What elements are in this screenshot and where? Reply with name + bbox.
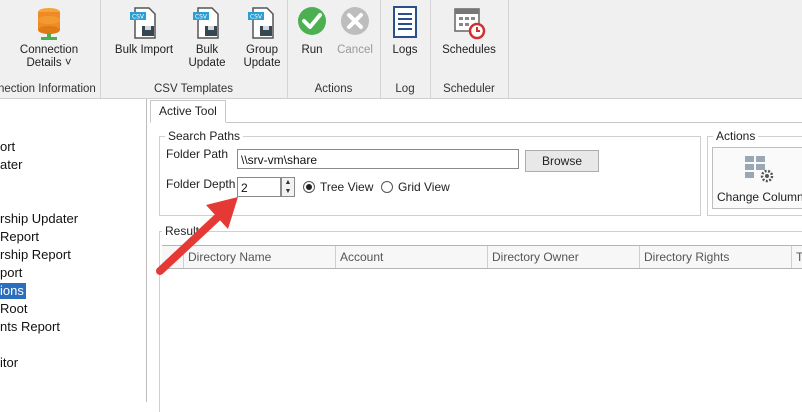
- database-icon: [38, 8, 60, 40]
- group-label-connection: nection Information: [0, 83, 96, 95]
- spin-up-icon[interactable]: ▲: [282, 178, 294, 187]
- tree-view-label[interactable]: Tree View: [320, 180, 373, 194]
- schedules-label: Schedules: [442, 44, 496, 56]
- search-paths-legend: Search Paths: [165, 129, 244, 143]
- folder-path-label: Folder Path: [166, 147, 229, 161]
- chevron-down-icon: ˅: [64, 57, 72, 69]
- csv-badge-text: CSV: [195, 14, 208, 21]
- column-header[interactable]: Account: [336, 246, 488, 268]
- group-update-label-2: Update: [243, 57, 281, 69]
- tab-active-tool[interactable]: Active Tool: [150, 100, 226, 123]
- cancel-button[interactable]: Cancel: [335, 6, 375, 57]
- schedules-button[interactable]: Schedules: [440, 6, 498, 57]
- group-update-button[interactable]: CSV Group Update: [240, 6, 284, 70]
- cancel-icon: [341, 7, 369, 35]
- ribbon: Connection Details ˅ nection Information…: [0, 0, 802, 99]
- actions-legend: Actions: [713, 129, 759, 143]
- spin-down-icon[interactable]: ▼: [282, 187, 294, 196]
- logs-label: Logs: [392, 44, 418, 56]
- ribbon-group-log: Logs Log: [380, 0, 431, 98]
- group-label-csv: CSV Templates: [153, 83, 234, 95]
- csv-file-icon: CSV: [248, 7, 274, 39]
- bulk-import-label: Bulk Import: [114, 44, 174, 56]
- tools-tree-panel: ort ater rship Updater Report rship Report po…: [0, 99, 147, 402]
- grid-view-label[interactable]: Grid View: [398, 180, 450, 194]
- column-header[interactable]: T: [792, 246, 802, 268]
- cancel-label: Cancel: [337, 44, 373, 56]
- csv-badge-text: CSV: [250, 14, 263, 21]
- column-header[interactable]: Directory Rights: [640, 246, 792, 268]
- grid-view-radio[interactable]: [381, 181, 393, 193]
- checkmark-icon: [298, 7, 326, 35]
- csv-badge-text: CSV: [132, 14, 145, 21]
- tree-item[interactable]: Root: [0, 301, 29, 317]
- browse-button[interactable]: Browse: [525, 150, 599, 172]
- folder-path-input[interactable]: \\srv-vm\share: [237, 149, 519, 169]
- change-columns-label: Change Columns: [717, 190, 802, 204]
- tree-item[interactable]: itor: [0, 355, 20, 371]
- run-label: Run: [301, 44, 323, 56]
- log-document-icon: [393, 6, 417, 38]
- tree-item[interactable]: ions: [0, 283, 26, 299]
- tree-item[interactable]: ater: [0, 157, 24, 173]
- annotation-arrow-icon: [156, 197, 238, 275]
- group-label-scheduler: Scheduler: [443, 83, 495, 95]
- connection-label-1: Connection: [19, 44, 79, 56]
- ribbon-group-scheduler: Schedules Scheduler: [430, 0, 509, 98]
- actions-group: Actions Change Columns: [707, 129, 802, 216]
- tab-bar: Active Tool: [150, 100, 802, 123]
- bulk-update-label: Bulk Update: [188, 44, 226, 69]
- connection-details-button[interactable]: Connection Details ˅: [6, 6, 92, 70]
- bulk-import-button[interactable]: CSV Bulk Import: [114, 6, 174, 57]
- tree-item[interactable]: port: [0, 265, 24, 281]
- columns-gear-icon: [745, 156, 774, 183]
- tree-item[interactable]: Report: [0, 229, 41, 245]
- group-label-actions: Actions: [314, 83, 353, 95]
- calendar-clock-icon: [454, 8, 486, 40]
- ribbon-group-actions: Run Cancel Actions: [287, 0, 381, 98]
- bulk-update-button[interactable]: CSV Bulk Update: [177, 6, 237, 70]
- connection-label-2: Details: [26, 57, 62, 69]
- column-header[interactable]: Directory Owner: [488, 246, 640, 268]
- csv-file-icon: CSV: [130, 7, 156, 39]
- tree-item[interactable]: rship Updater: [0, 211, 80, 227]
- logs-button[interactable]: Logs: [388, 6, 422, 57]
- tree-view-radio[interactable]: [303, 181, 315, 193]
- run-button[interactable]: Run: [295, 6, 329, 57]
- tree-item[interactable]: ort: [0, 139, 17, 155]
- csv-file-icon: CSV: [193, 7, 219, 39]
- change-columns-button[interactable]: Change Columns: [712, 147, 802, 209]
- ribbon-group-csv: CSV Bulk Import CSV Bulk Update CSV Grou…: [100, 0, 288, 98]
- group-label-log: Log: [395, 83, 415, 95]
- tree-item[interactable]: rship Report: [0, 247, 73, 263]
- group-update-label-1: Group: [246, 44, 278, 56]
- ribbon-group-connection: Connection Details ˅ nection Information: [0, 0, 101, 98]
- folder-depth-stepper[interactable]: ▲ ▼: [281, 177, 295, 197]
- tree-item[interactable]: nts Report: [0, 319, 62, 335]
